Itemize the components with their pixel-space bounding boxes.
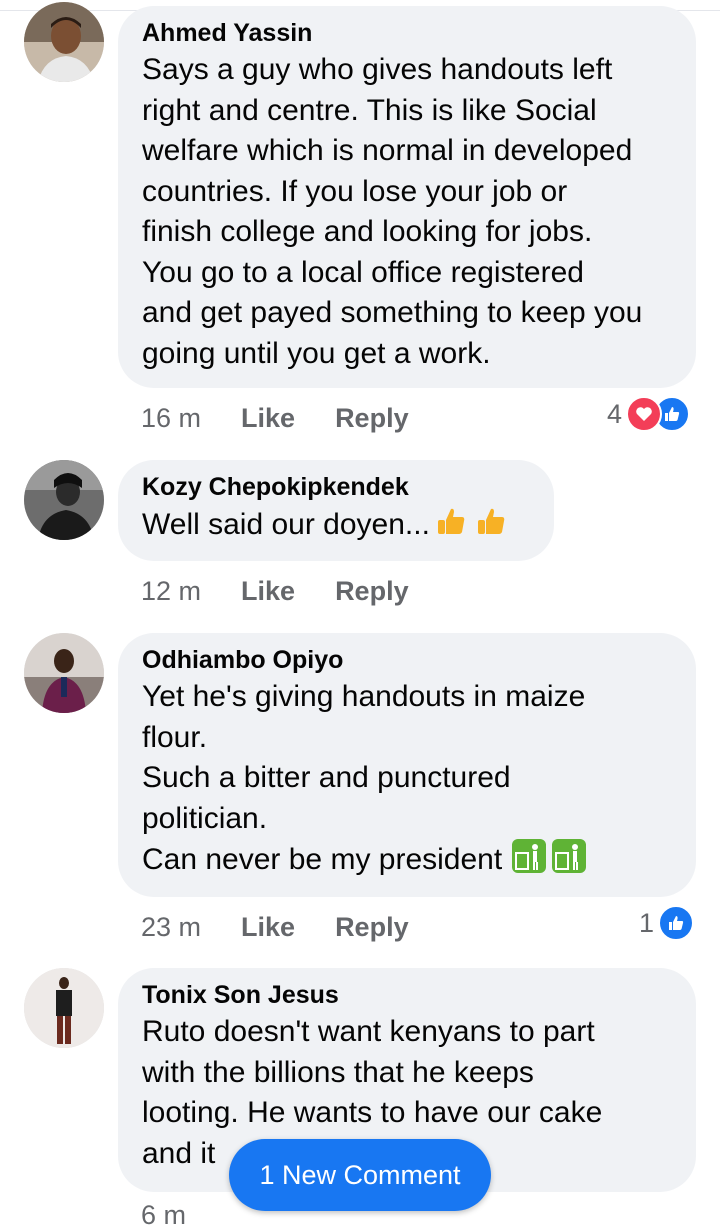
comment-actions: 16 m Like Reply bbox=[141, 400, 409, 436]
comment-text: Says a guy who gives handouts left right… bbox=[142, 53, 643, 370]
like-icon bbox=[658, 905, 695, 941]
comment-time[interactable]: 23 m bbox=[141, 909, 201, 945]
comment-author[interactable]: Odhiambo Opiyo bbox=[142, 643, 672, 677]
comment-time[interactable]: 12 m bbox=[141, 573, 201, 609]
put-litter-in-bin-icon bbox=[512, 839, 547, 873]
reaction-summary[interactable]: 4 bbox=[607, 396, 691, 432]
like-button[interactable]: Like bbox=[241, 573, 295, 609]
comment-author[interactable]: Kozy Chepokipkendek bbox=[142, 470, 530, 504]
avatar[interactable] bbox=[24, 460, 104, 540]
comment-bubble: Odhiambo Opiyo Yet he's giving handouts … bbox=[118, 633, 696, 897]
reply-button[interactable]: Reply bbox=[335, 909, 409, 945]
comment-time[interactable]: 16 m bbox=[141, 400, 201, 436]
thumbs-up-icon bbox=[474, 504, 508, 538]
thumbs-up-icon bbox=[434, 504, 468, 538]
comment-author[interactable]: Ahmed Yassin bbox=[142, 16, 672, 50]
comment-text-line: Well said our doyen... bbox=[142, 504, 530, 546]
love-icon bbox=[626, 396, 663, 432]
reaction-count: 1 bbox=[639, 907, 655, 938]
comment-actions: 12 m Like Reply bbox=[141, 573, 409, 609]
comment-bubble: Kozy Chepokipkendek Well said our doyen.… bbox=[118, 460, 554, 561]
comment-author[interactable]: Tonix Son Jesus bbox=[142, 978, 672, 1012]
comment-text: Well said our doyen... bbox=[142, 508, 430, 541]
comment-actions: 23 m Like Reply bbox=[141, 909, 409, 945]
reply-button[interactable]: Reply bbox=[335, 573, 409, 609]
put-litter-in-bin-icon bbox=[552, 839, 587, 873]
avatar[interactable] bbox=[24, 2, 104, 82]
reaction-count: 4 bbox=[607, 398, 623, 429]
reaction-summary[interactable]: 1 bbox=[639, 905, 695, 941]
reply-button[interactable]: Reply bbox=[335, 400, 409, 436]
new-comment-button[interactable]: 1 New Comment bbox=[229, 1139, 491, 1211]
avatar[interactable] bbox=[24, 633, 104, 713]
avatar[interactable] bbox=[24, 968, 104, 1048]
like-button[interactable]: Like bbox=[241, 400, 295, 436]
comment-text-block: Yet he's giving handouts in maize flour.… bbox=[142, 677, 672, 881]
like-button[interactable]: Like bbox=[241, 909, 295, 945]
comment-bubble: Ahmed Yassin Says a guy who gives handou… bbox=[118, 6, 696, 388]
